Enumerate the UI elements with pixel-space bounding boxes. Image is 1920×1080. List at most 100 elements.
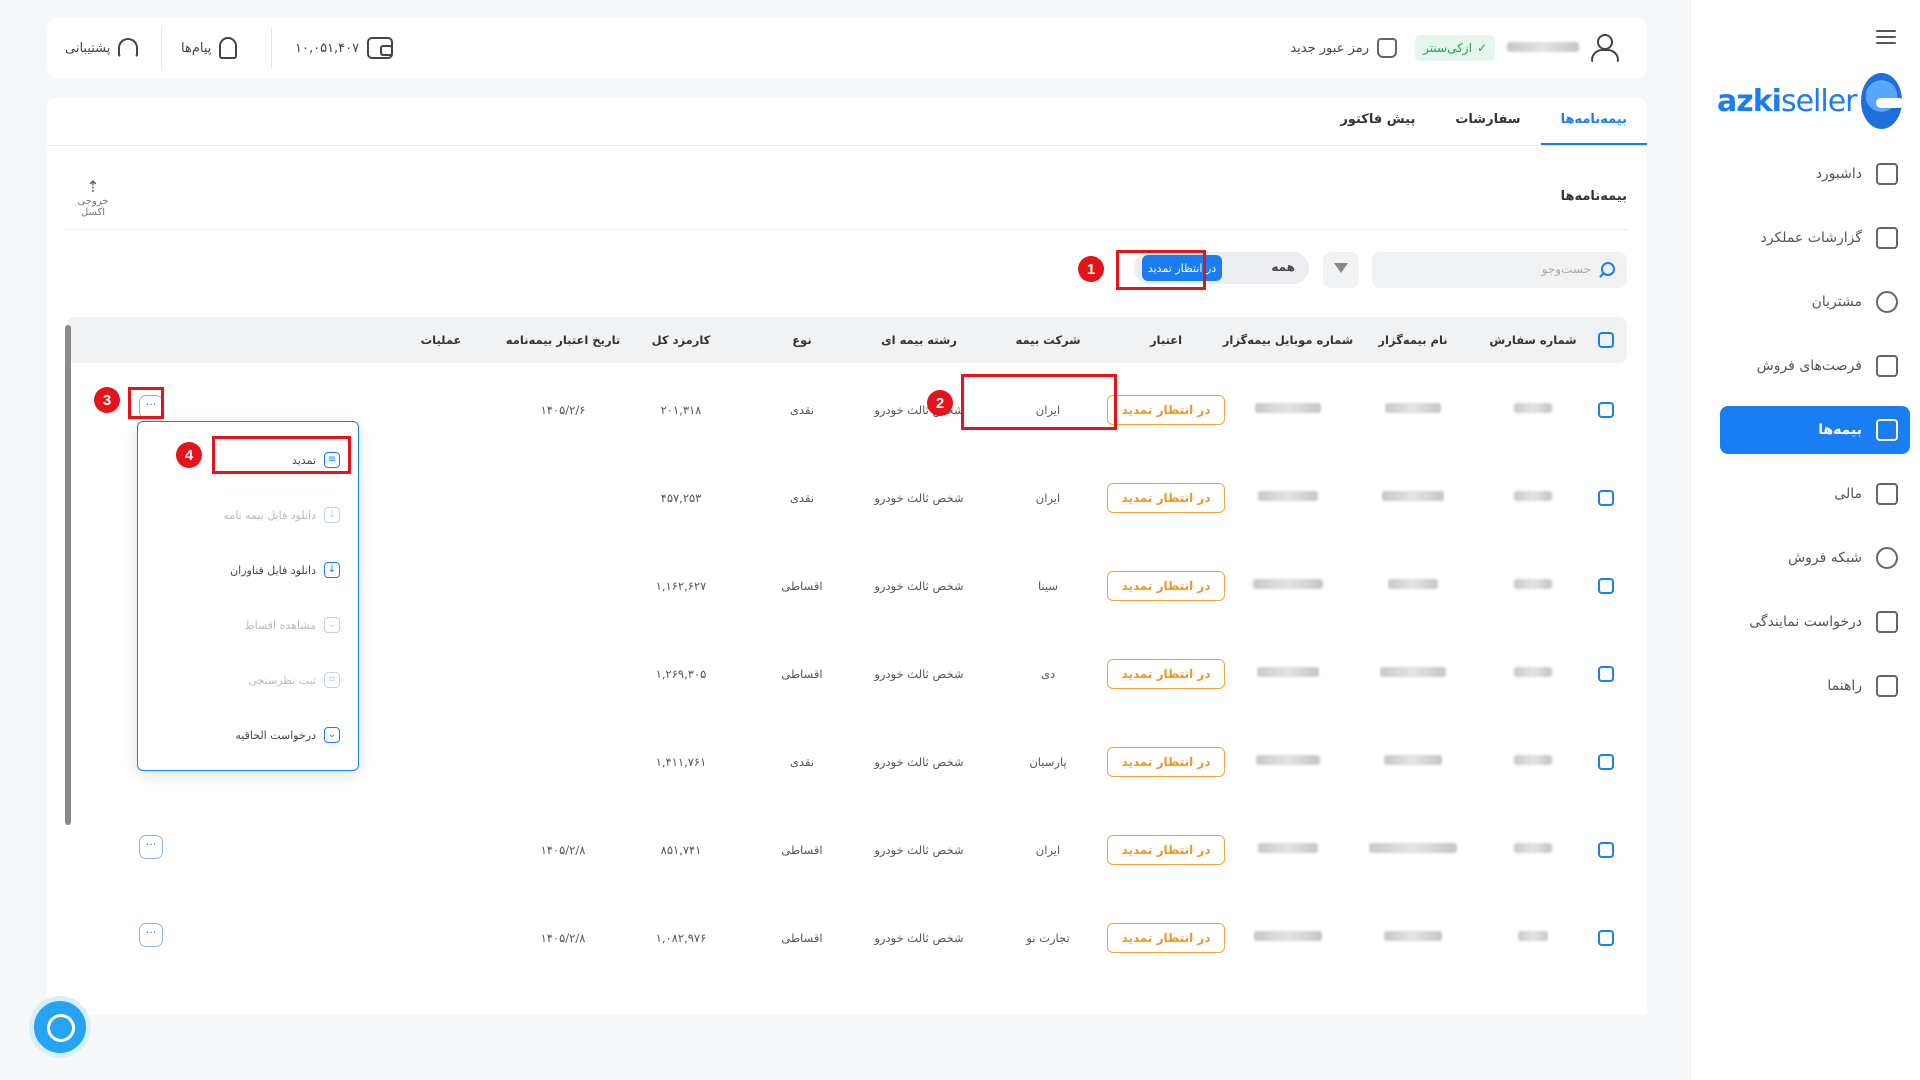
tab-invoice[interactable]: پیش فاکتور [1320, 97, 1435, 145]
row-checkbox[interactable] [1598, 754, 1614, 770]
dashboard-icon [1876, 163, 1898, 185]
row-checkbox[interactable] [1598, 490, 1614, 506]
row-checkbox[interactable] [1598, 578, 1614, 594]
company-cell: سینا [1037, 579, 1059, 593]
company-cell: پارسیان [1029, 755, 1067, 769]
divider [271, 27, 272, 69]
download-icon: ↓ [324, 562, 340, 578]
column-header: رشته بیمه ای [881, 333, 957, 347]
help-icon [1876, 675, 1898, 697]
insurer-name-blurred [1384, 755, 1442, 765]
shield-icon [1876, 419, 1898, 441]
row-checkbox[interactable] [1598, 842, 1614, 858]
type-cell: اقساطی [781, 667, 823, 681]
mobile-blurred [1258, 843, 1318, 853]
line-cell: شخص ثالث خودرو [874, 931, 964, 945]
search-icon [1601, 262, 1615, 276]
user-check-icon: ✓ [1476, 41, 1487, 55]
mascot-logo-icon [1860, 73, 1905, 129]
tab-policies[interactable]: بیمه‌نامه‌ها [1540, 97, 1647, 145]
row-actions-button[interactable]: ··· [139, 835, 163, 859]
insurer-name-blurred [1380, 667, 1446, 677]
document-icon [1876, 355, 1898, 377]
step-number-3: 3 [94, 387, 120, 413]
order-number-blurred [1514, 491, 1552, 501]
sidebar-item-customers[interactable]: مشتریان [1720, 278, 1910, 326]
highlight-box-2 [961, 374, 1117, 430]
select-all-checkbox[interactable] [1598, 332, 1614, 348]
type-cell: نقدی [789, 403, 815, 417]
sidebar-item-help[interactable]: راهنما [1720, 662, 1910, 710]
column-header: شرکت بیمه [1015, 333, 1081, 347]
download-icon: ↓ [324, 507, 340, 523]
user-profile[interactable] [1507, 33, 1619, 62]
sidebar-item-insurances[interactable]: بیمه‌ها [1720, 406, 1910, 454]
line-cell: شخص ثالث خودرو [874, 491, 964, 505]
table-row: در انتظار تمدید ایران شخص ثالث خودرو اقس… [67, 807, 1627, 895]
sidebar-item-dashboard[interactable]: داشبورد [1720, 150, 1910, 198]
support-button[interactable]: پشتیبانی [65, 35, 139, 61]
fee-cell: ۸۵۱,۷۴۱ [660, 843, 702, 857]
status-badge: در انتظار تمدید [1107, 923, 1225, 953]
chevron-down-icon: ⌄ [324, 727, 340, 743]
filter-icon[interactable] [1323, 252, 1359, 288]
chevron-down-icon: ⌄ [324, 617, 340, 633]
status-badge: در انتظار تمدید [1107, 659, 1225, 689]
column-header: اعتبار [1149, 333, 1183, 347]
search-box[interactable]: جست‌وجو [1372, 252, 1627, 288]
row-checkbox[interactable] [1598, 402, 1614, 418]
chat-support-icon[interactable] [29, 996, 91, 1058]
column-header: شماره سفارش [1489, 333, 1577, 347]
survey-icon: ≡ [324, 672, 340, 688]
sidebar: azkiseller داشبورد گزارشات عملکرد مشتریا… [1690, 0, 1920, 1080]
status-badge: در انتظار تمدید [1107, 747, 1225, 777]
new-password-link[interactable]: رمز عبور جدید [1290, 35, 1397, 61]
menu-item-endorsement[interactable]: ⌄ درخواست الحاقیه [235, 727, 340, 743]
company-cell: ایران [1035, 843, 1061, 857]
status-badge: در انتظار تمدید [1107, 483, 1225, 513]
line-cell: شخص ثالث خودرو [874, 755, 964, 769]
row-actions-button[interactable]: ··· [139, 923, 163, 947]
row-checkbox[interactable] [1598, 930, 1614, 946]
menu-item-download-fanavaran[interactable]: ↓ دانلود فایل فناوران [230, 562, 340, 578]
store-icon [1876, 611, 1898, 633]
sidebar-item-reports[interactable]: گزارشات عملکرد [1720, 214, 1910, 262]
date-cell: ۱۴۰۵/۲/۸ [540, 931, 586, 945]
user-name-blurred [1507, 42, 1579, 52]
sidebar-item-opportunities[interactable]: فرصت‌های فروش [1720, 342, 1910, 390]
azki-seller-logo[interactable]: azkiseller [1717, 66, 1905, 136]
order-number-blurred [1514, 755, 1552, 765]
line-cell: شخص ثالث خودرو [874, 579, 964, 593]
filter-all-button[interactable]: همه [1271, 260, 1295, 274]
row-checkbox[interactable] [1598, 666, 1614, 682]
wallet-balance[interactable]: ۱۰,۰۵۱,۴۰۷ [295, 35, 394, 61]
menu-item-survey: ≡ ثبت نظرسنجی [248, 672, 340, 688]
column-header: عملیات [420, 333, 462, 347]
sidebar-nav: داشبورد گزارشات عملکرد مشتریان فرصت‌های … [1720, 150, 1910, 726]
wallet-icon [1876, 483, 1898, 505]
network-icon [1876, 547, 1898, 569]
tabs: بیمه‌نامه‌ها سفارشات پیش فاکتور [1320, 97, 1647, 145]
insurer-name-blurred [1384, 931, 1442, 941]
hamburger-menu-icon[interactable] [1876, 30, 1896, 44]
tabs-divider [47, 145, 1647, 146]
sidebar-item-agency-request[interactable]: درخواست نمایندگی [1720, 598, 1910, 646]
type-cell: نقدی [789, 755, 815, 769]
type-cell: اقساطی [781, 579, 823, 593]
tab-orders[interactable]: سفارشات [1435, 97, 1540, 145]
insurer-name-blurred [1385, 403, 1441, 413]
azki-center-badge[interactable]: ازکی‌سنتر ✓ [1415, 35, 1495, 61]
column-header: شماره موبایل بیمه‌گزار [1222, 333, 1354, 347]
messages-button[interactable]: پیام‌ها [181, 35, 238, 61]
company-cell: ایران [1035, 491, 1061, 505]
table-row: در انتظار تمدید تجارت نو شخص ثالث خودرو … [67, 895, 1627, 983]
search-input[interactable]: جست‌وجو [1542, 262, 1591, 276]
status-badge: در انتظار تمدید [1107, 571, 1225, 601]
fee-cell: ۱,۴۱۱,۷۶۱ [655, 755, 707, 769]
mobile-blurred [1253, 579, 1323, 589]
sidebar-item-network[interactable]: شبکه فروش [1720, 534, 1910, 582]
sidebar-item-finance[interactable]: مالی [1720, 470, 1910, 518]
export-excel-button[interactable]: ⇡ خروجی اکسل [65, 177, 121, 218]
users-icon [1876, 291, 1898, 313]
status-badge: در انتظار تمدید [1107, 835, 1225, 865]
